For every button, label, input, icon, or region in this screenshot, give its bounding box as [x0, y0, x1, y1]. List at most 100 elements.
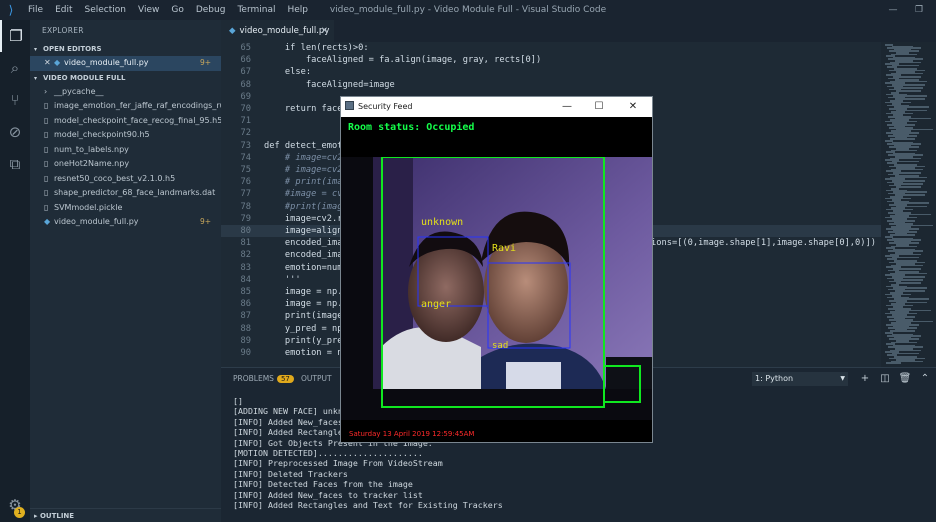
- minimize-icon[interactable]: —: [552, 97, 582, 117]
- line-number: 80: [240, 226, 251, 236]
- chevron-up-icon[interactable]: ⌃: [918, 372, 932, 386]
- file-name: image_emotion_fer_jaffe_raf_encodings_ru…: [54, 101, 221, 110]
- menu-file[interactable]: File: [22, 0, 49, 20]
- file-name: resnet50_coco_best_v2.1.0.h5: [54, 173, 176, 183]
- line-number: 79: [240, 213, 251, 224]
- add-terminal-icon[interactable]: +: [858, 372, 872, 386]
- timestamp: Saturday 13 April 2019 12:59:45AM: [349, 430, 475, 438]
- minimap-line: [890, 138, 915, 140]
- file-name: video_module_full.py: [54, 217, 139, 226]
- file-name: oneHot2Name.npy: [54, 159, 130, 168]
- open-editor-item[interactable]: ✕ ◆ video_module_full.py 9+: [30, 56, 221, 71]
- file-icon: ▯: [44, 115, 49, 125]
- security-feed-titlebar[interactable]: Security Feed — ☐ ✕: [341, 97, 652, 117]
- vscode-logo-icon: ⟩: [8, 3, 14, 17]
- terminal-line: [INFO] Detected Faces from the image: [233, 479, 413, 490]
- menu-go[interactable]: Go: [165, 0, 189, 20]
- minimap-line: [886, 362, 901, 364]
- line-number: 71: [240, 116, 251, 127]
- minimap[interactable]: [881, 42, 936, 367]
- close-icon[interactable]: ✕: [321, 20, 328, 42]
- minimize-icon[interactable]: —: [880, 0, 906, 20]
- search-icon[interactable]: ⌕: [0, 52, 30, 84]
- file-item[interactable]: ▯ oneHot2Name.npy: [30, 157, 221, 172]
- line-number: 76: [240, 177, 251, 188]
- minimap-line: [896, 186, 921, 188]
- file-item[interactable]: ▯ shape_predictor_68_face_landmarks.dat: [30, 186, 221, 201]
- settings-badge: 1: [14, 507, 25, 518]
- chevron-right-icon: ›: [44, 86, 48, 96]
- file-item[interactable]: ◆ video_module_full.py 9+: [30, 215, 221, 230]
- line-number: 74: [240, 152, 251, 163]
- tab-problems[interactable]: PROBLEMS 57: [233, 374, 294, 383]
- file-item[interactable]: ▯ model_checkpoint_face_recog_final_95.h5: [30, 114, 221, 129]
- trash-icon[interactable]: 🗑: [898, 372, 912, 386]
- file-item[interactable]: ▯ model_checkpoint90.h5: [30, 128, 221, 143]
- minimap-line: [896, 90, 921, 92]
- project-header[interactable]: ▾ VIDEO MODULE FULL: [30, 71, 221, 85]
- line-number: 75: [240, 165, 251, 175]
- code-line[interactable]: 65 if len(rects)>0:: [221, 42, 881, 54]
- file-name: model_checkpoint90.h5: [54, 130, 150, 139]
- room-status-text: Room status: Occupied: [348, 122, 475, 133]
- dark-corner: [606, 357, 652, 389]
- file-item[interactable]: ▯ num_to_labels.npy: [30, 143, 221, 158]
- code-text: faceAligned = fa.align(image, gray, rect…: [264, 55, 542, 66]
- menu-view[interactable]: View: [132, 0, 165, 20]
- file-item[interactable]: ▯ image_emotion_fer_jaffe_raf_encodings_r…: [30, 99, 221, 114]
- file-icon: ▯: [44, 202, 49, 212]
- open-editors-header[interactable]: ▾ OPEN EDITORS: [30, 42, 221, 56]
- code-line[interactable]: 66 faceAligned = fa.align(image, gray, r…: [221, 54, 881, 66]
- close-icon[interactable]: ✕: [44, 56, 54, 71]
- security-feed-window: Security Feed — ☐ ✕ Room status: Occupie…: [340, 96, 653, 443]
- explorer-icon[interactable]: ❐: [0, 20, 30, 52]
- line-number: 85: [240, 287, 251, 297]
- restore-icon[interactable]: ❐: [906, 0, 932, 20]
- chevron-right-icon: ▸: [34, 512, 38, 520]
- label-anger: anger: [421, 299, 451, 310]
- extensions-icon[interactable]: ⧉: [0, 148, 30, 180]
- menu-selection[interactable]: Selection: [79, 0, 132, 20]
- python-file-icon: ◆: [54, 58, 61, 67]
- terminal-line: [INFO] Added Rectangles and Text for Exi…: [233, 499, 503, 510]
- line-number: 82: [240, 250, 251, 261]
- split-terminal-icon[interactable]: ◫: [878, 372, 892, 386]
- window-controls: — ❐: [880, 0, 932, 20]
- line-number: 87: [240, 311, 251, 322]
- tab-video-module-full[interactable]: ◆ video_module_full.py ✕: [221, 20, 334, 42]
- file-list: › __pycache__ ▯ image_emotion_fer_jaffe_raf…: [30, 85, 221, 230]
- tab-output[interactable]: OUTPUT: [301, 374, 332, 383]
- title-bar: ⟩ File Edit Selection View Go Debug Term…: [0, 0, 936, 20]
- label-unknown: unknown: [421, 217, 463, 228]
- file-icon: ▯: [44, 188, 49, 197]
- chevron-down-icon: ▾: [34, 74, 38, 82]
- label-ravi: Ravi: [492, 243, 516, 254]
- minimap-line: [890, 330, 915, 332]
- menu-debug[interactable]: Debug: [190, 0, 232, 20]
- minimap-line: [896, 282, 921, 284]
- file-name: SVMmodel.pickle: [54, 202, 123, 212]
- file-item[interactable]: ▯ resnet50_coco_best_v2.1.0.h5: [30, 172, 221, 187]
- terminal-line: [MOTION DETECTED].....................: [233, 447, 423, 458]
- terminal-line: [INFO] Deleted Trackers: [233, 468, 348, 479]
- code-text: else:: [264, 67, 312, 78]
- file-icon: ▯: [44, 159, 49, 168]
- line-number: 84: [240, 274, 251, 285]
- source-control-icon[interactable]: ⑂: [0, 84, 30, 116]
- outline-header[interactable]: ▸ OUTLINE: [30, 508, 221, 522]
- menu-terminal[interactable]: Terminal: [231, 0, 281, 20]
- debug-icon[interactable]: ⊘: [0, 116, 30, 148]
- minimap-line: [890, 234, 915, 236]
- close-icon[interactable]: ✕: [618, 97, 648, 117]
- line-number: 72: [240, 128, 251, 139]
- file-item[interactable]: ▯ SVMmodel.pickle: [30, 201, 221, 216]
- code-line[interactable]: 68 faceAligned=image: [221, 79, 881, 91]
- file-item[interactable]: › __pycache__: [30, 85, 221, 100]
- menu-edit[interactable]: Edit: [49, 0, 78, 20]
- terminal-select[interactable]: 1: Python ▼: [752, 372, 848, 386]
- problems-badge: 9+: [199, 58, 211, 67]
- code-line[interactable]: 67 else:: [221, 66, 881, 78]
- file-name: num_to_labels.npy: [54, 144, 129, 154]
- menu-help[interactable]: Help: [281, 0, 314, 20]
- maximize-icon[interactable]: ☐: [584, 97, 614, 117]
